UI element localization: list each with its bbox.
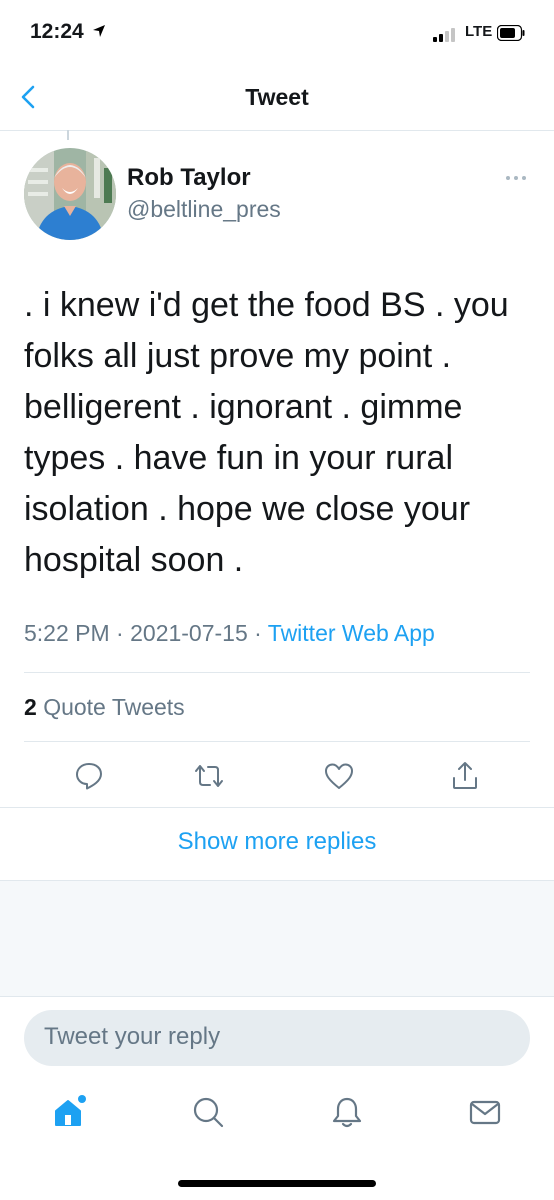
reply-placeholder: Tweet your reply [44,1023,221,1050]
signal-icon [433,26,461,42]
tweet-text-line: hospital soon . [24,541,244,579]
thread-line [67,130,69,140]
network-label: LTE [465,23,493,40]
location-arrow-icon [93,25,105,37]
page-title: Tweet [245,84,309,110]
meta-separator: · [109,620,131,646]
divider [24,672,530,673]
author-name[interactable]: Rob Taylor [127,164,251,192]
tweet-text-line: belligerent . ignorant . gimme [24,388,463,426]
reply-icon[interactable] [73,760,105,792]
divider [0,807,554,808]
avatar[interactable] [24,148,116,240]
divider [0,996,554,997]
notifications-icon[interactable] [329,1094,365,1130]
status-time: 12:24 [30,20,84,43]
tweet-time: 5:22 PM [24,620,110,646]
search-icon[interactable] [190,1094,226,1130]
battery-icon [497,25,525,41]
tweet-date: 2021-07-15 [130,620,248,646]
like-icon[interactable] [323,760,355,792]
home-icon[interactable] [52,1094,88,1130]
tweet-text-line: types . have fun in your rural [24,439,454,477]
tweet-text: . i knew i'd get the food BS . you folks… [24,280,524,586]
tweet-text-line: isolation . hope we close your [24,490,471,528]
messages-icon[interactable] [467,1094,503,1130]
quote-label: Quote Tweets [43,694,185,720]
divider [0,130,554,131]
tweet-text-line: folks all just prove my point . [24,337,452,375]
show-more-replies-link[interactable]: Show more replies [0,828,554,856]
quote-tweets-link[interactable]: 2 Quote Tweets [24,694,185,721]
home-indicator[interactable] [178,1180,376,1187]
more-icon[interactable] [504,173,528,183]
tweet-source-link[interactable]: Twitter Web App [268,620,435,646]
tweet-meta: 5:22 PM · 2021-07-15 · Twitter Web App [24,620,435,647]
meta-separator: · [247,620,268,646]
retweet-icon[interactable] [193,760,225,792]
tweet-text-line: . i knew i'd get the food BS . you [24,286,509,324]
quote-count: 2 [24,694,37,720]
share-icon[interactable] [449,760,481,792]
empty-area [0,881,554,996]
author-handle[interactable]: @beltline_pres [127,196,281,223]
divider [24,741,530,742]
